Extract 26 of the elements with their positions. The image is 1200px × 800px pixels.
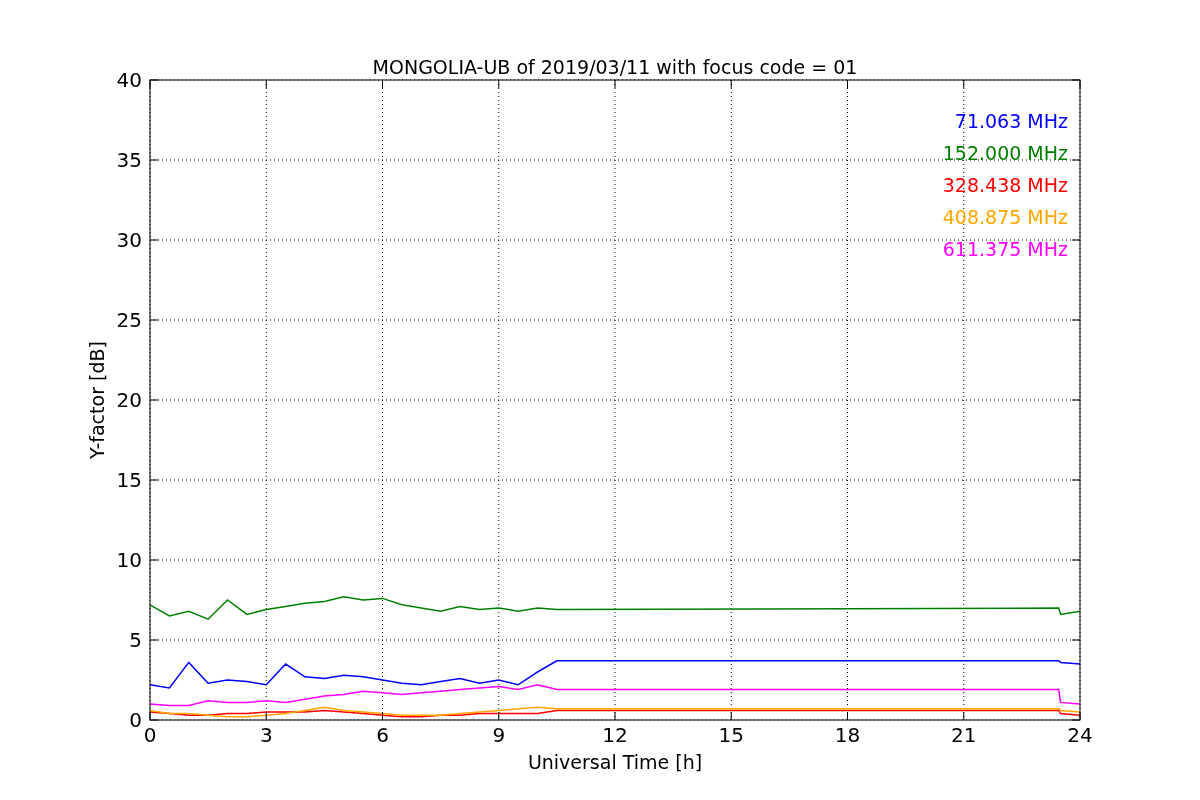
- tick-label: 40: [116, 68, 142, 92]
- tick-label: 0: [129, 708, 142, 732]
- tick-label: 12: [602, 723, 628, 747]
- y-axis-label: Y-factor [dB]: [86, 341, 108, 459]
- tick-label: 25: [116, 308, 142, 332]
- tick-label: 0: [143, 723, 157, 747]
- tick-label: 10: [116, 548, 142, 572]
- tick-label: 3: [259, 723, 273, 747]
- tick-label: 6: [376, 723, 389, 747]
- chart-title: MONGOLIA-UB of 2019/03/11 with focus code = 01: [372, 56, 858, 78]
- legend-label: 611.375 MHz: [942, 238, 1068, 260]
- tick-label: 5: [129, 628, 142, 652]
- tick-label: 15: [116, 468, 142, 492]
- tick-label: 20: [116, 388, 142, 412]
- tick-label: 24: [1067, 723, 1093, 747]
- legend-label: 152.000 MHz: [942, 142, 1068, 164]
- tick-label: 21: [951, 723, 977, 747]
- tick-label: 9: [492, 723, 506, 747]
- legend-label: 408.875 MHz: [942, 206, 1068, 228]
- tick-label: 15: [718, 723, 744, 747]
- legend-label: 71.063 MHz: [954, 110, 1068, 132]
- tick-label: 35: [116, 148, 142, 172]
- tick-label: 30: [116, 228, 142, 252]
- legend-label: 328.438 MHz: [942, 174, 1068, 196]
- x-axis-label: Universal Time [h]: [527, 751, 703, 773]
- tick-label: 18: [834, 723, 861, 747]
